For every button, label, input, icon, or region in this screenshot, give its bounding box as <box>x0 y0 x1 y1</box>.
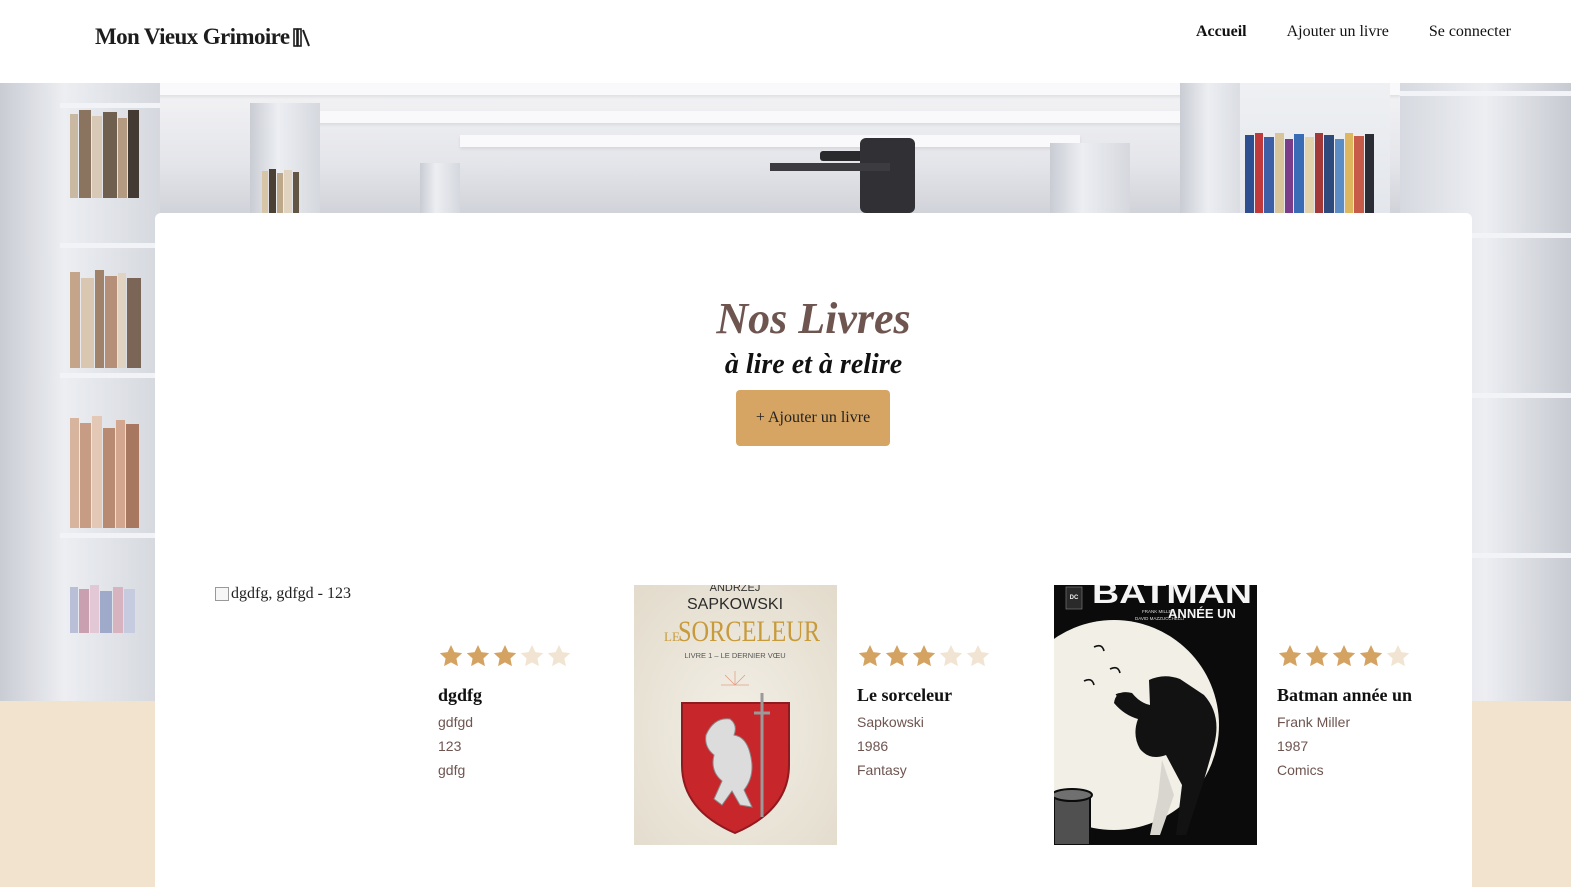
book-card[interactable]: dgdfg, gdfgd - 123 dgdfg gdfgd 123 gdfg <box>215 585 615 845</box>
nav-ajouter-livre[interactable]: Ajouter un livre <box>1287 23 1389 41</box>
nav-se-connecter[interactable]: Se connecter <box>1429 23 1511 41</box>
star-icon <box>520 644 544 667</box>
shelf-unit <box>420 163 460 218</box>
book-year: 1986 <box>857 738 889 754</box>
book-author: Frank Miller <box>1277 714 1351 730</box>
book-title: dgdfg <box>438 685 483 705</box>
ceiling-fixture <box>860 138 915 213</box>
shelf-board <box>60 243 160 248</box>
star-icon <box>1305 644 1329 667</box>
book-year: 123 <box>438 738 462 754</box>
star-icon <box>1332 644 1356 667</box>
sorceleur-cover-image: ANDRZEJ SAPKOWSKI LE SORCELEUR LIVRE 1 –… <box>634 585 837 845</box>
site-header: Mon Vieux Grimoire Accueil Ajouter un li… <box>0 0 1571 83</box>
page-subtitle: à lire et à relire <box>724 349 903 380</box>
star-icon <box>439 644 463 667</box>
cover-credit: FRANK MILLER <box>1142 609 1176 614</box>
book-cover: ANDRZEJ SAPKOWSKI LE SORCELEUR LIVRE 1 –… <box>634 585 837 845</box>
book-cover: BATMAN ANNÉE UN FRANK MILLER DAVID MAZZU… <box>1054 585 1257 845</box>
book-row <box>70 583 135 633</box>
star-rating <box>1277 643 1412 671</box>
book-info: Batman année un Frank Miller 1987 Comics <box>1277 643 1412 778</box>
book-genre: Comics <box>1277 762 1324 778</box>
book-cover: dgdfg, gdfgd - 123 <box>215 585 418 845</box>
book-title: Le sorceleur <box>857 685 953 705</box>
cover-author-top: ANDRZEJ <box>710 585 761 594</box>
ceiling-beam <box>460 135 1080 147</box>
book-card[interactable]: BATMAN ANNÉE UN FRANK MILLER DAVID MAZZU… <box>1054 585 1454 845</box>
brand-name: Mon Vieux Grimoire <box>95 24 290 49</box>
star-icon <box>1278 644 1302 667</box>
ceiling-fixture <box>770 163 890 171</box>
book-card[interactable]: ANDRZEJ SAPKOWSKI LE SORCELEUR LIVRE 1 –… <box>634 585 1034 845</box>
cover-broken-image: dgdfg, gdfgd - 123 <box>215 585 418 603</box>
book-row <box>70 413 139 528</box>
cover-author: SAPKOWSKI <box>687 596 783 613</box>
main-nav: Accueil Ajouter un livre Se connecter <box>1196 23 1511 41</box>
shelf-board <box>1400 91 1571 96</box>
star-icon <box>493 644 517 667</box>
book-row <box>70 268 141 368</box>
page-title: Nos Livres <box>716 294 911 343</box>
book-title: Batman année un <box>1277 685 1413 705</box>
ceiling-beam <box>300 111 1250 123</box>
shelf-unit <box>1050 143 1130 218</box>
star-icon <box>858 644 882 667</box>
star-icon <box>912 644 936 667</box>
star-icon <box>547 644 571 667</box>
book-author: gdfgd <box>438 714 474 730</box>
nav-accueil[interactable]: Accueil <box>1196 23 1247 41</box>
star-icon <box>466 644 490 667</box>
book-info: Le sorceleur Sapkowski 1986 Fantasy <box>857 643 991 778</box>
cover-series-name: SORCELEUR <box>678 615 820 648</box>
star-icon <box>1359 644 1383 667</box>
shelf-board <box>60 373 160 378</box>
batman-cover-image: BATMAN ANNÉE UN FRANK MILLER DAVID MAZZU… <box>1054 585 1257 845</box>
book-spines-icon <box>293 28 311 47</box>
cover-credit: DAVID MAZZUCCHELLI <box>1135 616 1184 621</box>
star-icon <box>1386 644 1410 667</box>
star-icon <box>885 644 909 667</box>
cover-badge: DC <box>1070 595 1079 601</box>
book-author: Sapkowski <box>857 714 924 730</box>
broken-image-icon <box>215 587 229 601</box>
cover-alt-text: dgdfg, gdfgd - 123 <box>231 585 351 602</box>
star-rating <box>857 643 991 671</box>
book-genre: gdfg <box>438 762 466 778</box>
book-row <box>1245 131 1374 213</box>
book-row <box>262 168 299 213</box>
book-year: 1987 <box>1277 738 1309 754</box>
star-rating <box>438 643 572 671</box>
book-row <box>70 108 139 198</box>
brand-logo[interactable]: Mon Vieux Grimoire <box>95 24 311 50</box>
cover-tome: LIVRE 1 – LE DERNIER VŒU <box>684 651 785 660</box>
shelf-board <box>60 533 160 538</box>
star-icon <box>966 644 990 667</box>
add-book-button[interactable]: + Ajouter un livre <box>736 390 890 446</box>
book-genre: Fantasy <box>857 762 907 778</box>
books-panel: Nos Livres à lire et à relire + Ajouter … <box>155 213 1472 887</box>
star-icon <box>939 644 963 667</box>
book-info: dgdfg gdfgd 123 gdfg <box>438 643 572 778</box>
